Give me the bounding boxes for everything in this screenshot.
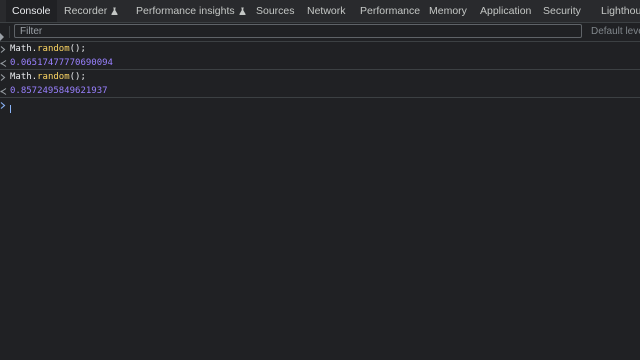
console-result-value[interactable]: 0.8572495849621937 bbox=[10, 84, 108, 98]
return-arrow-icon bbox=[0, 56, 9, 70]
flask-icon bbox=[111, 7, 118, 15]
tab-memory[interactable]: Memory bbox=[429, 0, 467, 22]
tab-label: Recorder bbox=[64, 5, 108, 17]
console-input-row: Math.random(); bbox=[0, 42, 640, 56]
flask-icon bbox=[239, 7, 246, 15]
console-result-value[interactable]: 0.06517477770690094 bbox=[10, 56, 113, 70]
console-prompt[interactable] bbox=[0, 102, 640, 116]
tab-label: Security bbox=[543, 5, 581, 17]
code-object: Math bbox=[10, 72, 32, 82]
tab-label: Console bbox=[12, 5, 51, 17]
tab-label: Memory bbox=[429, 5, 467, 17]
tab-network[interactable]: Network bbox=[307, 0, 346, 22]
filter-input[interactable] bbox=[14, 24, 582, 38]
tab-label: Lighthouse bbox=[601, 5, 640, 17]
console-output: Math.random(); 0.06517477770690094 Math.… bbox=[0, 42, 640, 360]
tab-performance-insights[interactable]: Performance insights bbox=[136, 0, 246, 22]
tab-label: Performance insights bbox=[136, 5, 235, 17]
tab-label: Network bbox=[307, 5, 346, 17]
console-input-code[interactable]: Math.random(); bbox=[10, 70, 86, 84]
tab-label: Sources bbox=[256, 5, 295, 17]
panel-tab-bar: Console Recorder Performance insights So… bbox=[0, 0, 640, 23]
console-toolbar: Default levels bbox=[0, 23, 640, 42]
tab-lighthouse[interactable]: Lighthouse bbox=[601, 0, 640, 22]
code-call: (); bbox=[69, 44, 86, 54]
chevron-right-icon bbox=[0, 102, 640, 109]
tab-label: Application bbox=[480, 5, 532, 17]
devtools-window: Console Recorder Performance insights So… bbox=[0, 0, 640, 360]
console-result-row: 0.06517477770690094 bbox=[0, 56, 640, 70]
code-method: random bbox=[37, 44, 70, 54]
chevron-right-icon bbox=[0, 70, 9, 84]
console-result-row: 0.8572495849621937 bbox=[0, 84, 640, 98]
return-arrow-icon bbox=[0, 84, 9, 98]
console-input-row: Math.random(); bbox=[0, 70, 640, 84]
tab-security[interactable]: Security bbox=[543, 0, 581, 22]
code-call: (); bbox=[69, 72, 86, 82]
tab-application[interactable]: Application bbox=[480, 0, 531, 22]
text-caret bbox=[10, 105, 11, 113]
chevron-right-icon bbox=[0, 42, 9, 56]
tab-performance[interactable]: Performance bbox=[360, 0, 420, 22]
tab-console[interactable]: Console bbox=[6, 0, 57, 22]
console-input-code[interactable]: Math.random(); bbox=[10, 42, 86, 56]
tab-sources[interactable]: Sources bbox=[256, 0, 295, 22]
tab-recorder[interactable]: Recorder bbox=[64, 0, 118, 22]
tab-label: Performance bbox=[360, 5, 421, 17]
log-levels-dropdown[interactable]: Default levels bbox=[591, 23, 640, 41]
toolbar-divider bbox=[9, 26, 10, 38]
code-object: Math bbox=[10, 44, 32, 54]
code-method: random bbox=[37, 72, 70, 82]
sidebar-toggle-icon[interactable] bbox=[0, 28, 6, 41]
